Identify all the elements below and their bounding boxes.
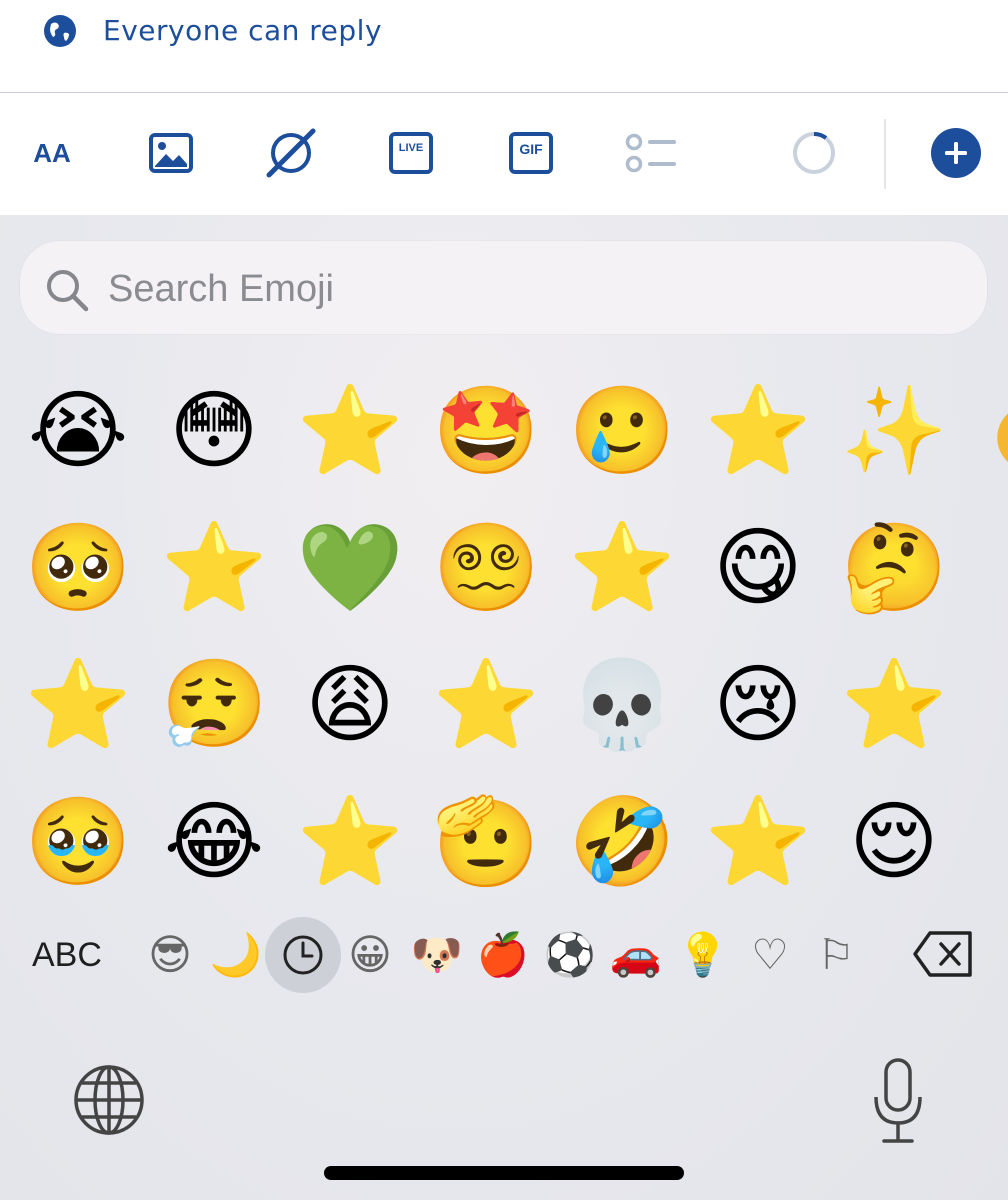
- stickers-category-icon[interactable]: 🌙: [206, 925, 266, 985]
- emoji-key[interactable]: 🫡: [430, 786, 542, 895]
- text-format-button[interactable]: AA: [22, 123, 82, 183]
- star-sticker[interactable]: ⭐: [702, 375, 814, 487]
- emoji-key[interactable]: 🥺: [22, 512, 134, 624]
- grok-icon: [266, 128, 316, 178]
- emoji-search-placeholder: Search Emoji: [108, 268, 334, 310]
- emoji-key[interactable]: ✨: [838, 375, 950, 487]
- reply-settings-bar[interactable]: Everyone can reply: [0, 0, 1008, 93]
- emoji-key[interactable]: 😵‍💫: [430, 512, 542, 624]
- emoji-keyboard: Search Emoji 😭 😳 ⭐ 🤩 🥲 ⭐ ✨ ● 🥺 ⭐ 💚 😵‍💫 ⭐…: [0, 215, 1008, 1200]
- star-sticker[interactable]: ⭐: [566, 512, 678, 624]
- emoji-search-field[interactable]: Search Emoji: [20, 241, 987, 334]
- globe-icon[interactable]: [72, 1063, 146, 1137]
- gif-label: GIF: [519, 141, 543, 157]
- text-format-icon: AA: [33, 138, 71, 169]
- symbols-category-icon[interactable]: ♡: [740, 925, 800, 985]
- emoji-key[interactable]: 🤔: [838, 512, 950, 624]
- emoji-key[interactable]: 😮‍💨: [158, 649, 270, 761]
- emoji-key[interactable]: 😋: [702, 512, 814, 624]
- star-sticker[interactable]: ⭐: [702, 786, 814, 895]
- search-icon: [47, 270, 89, 312]
- gif-button[interactable]: GIF: [501, 123, 561, 183]
- toolbar-divider: [884, 119, 886, 189]
- add-post-icon: [931, 128, 981, 178]
- star-sticker[interactable]: ⭐: [294, 375, 406, 487]
- travel-category-icon[interactable]: 🚗: [606, 925, 666, 985]
- emoji-key[interactable]: 🤩: [430, 375, 542, 487]
- emoji-key[interactable]: 😭: [22, 375, 134, 487]
- flags-category-icon[interactable]: ⚐: [806, 925, 866, 985]
- emoji-key[interactable]: 🥹: [22, 786, 134, 895]
- home-indicator[interactable]: [324, 1166, 684, 1180]
- text-format-label: AA: [33, 137, 71, 168]
- add-post-button[interactable]: [926, 123, 986, 183]
- clock-icon: [283, 935, 323, 975]
- image-button[interactable]: [141, 123, 201, 183]
- food-category-icon[interactable]: 🍎: [473, 925, 533, 985]
- poll-button[interactable]: [621, 123, 681, 183]
- emoji-key[interactable]: 💀: [566, 649, 678, 761]
- objects-category-icon[interactable]: 💡: [673, 925, 733, 985]
- character-count-ring: [784, 123, 844, 183]
- compose-toolbar: AA LIVE GIF: [0, 93, 1008, 215]
- star-sticker[interactable]: ⭐: [838, 649, 950, 761]
- emoji-category-bar: ABC 😎 🌙 😀 🐶 🍎 ⚽ 🚗 💡 ♡ ⚐: [0, 915, 1008, 995]
- poll-icon: [625, 133, 676, 173]
- emoji-key[interactable]: 😂: [158, 786, 270, 895]
- emoji-key[interactable]: 😳: [158, 375, 270, 487]
- reply-setting-label: Everyone can reply: [103, 14, 383, 47]
- smileys-category-icon[interactable]: 😀: [340, 925, 400, 985]
- emoji-key-partial[interactable]: ●: [974, 375, 1008, 487]
- character-count-ring-icon: [793, 132, 835, 174]
- image-icon: [149, 133, 193, 173]
- emoji-key[interactable]: 😌: [838, 786, 950, 895]
- globe-icon: [44, 15, 76, 47]
- animals-category-icon[interactable]: 🐶: [407, 925, 467, 985]
- microphone-icon[interactable]: [870, 1057, 926, 1145]
- emoji-key[interactable]: 🤣: [566, 786, 678, 895]
- emoji-key[interactable]: 🥲: [566, 375, 678, 487]
- emoji-key[interactable]: 💚: [294, 512, 406, 624]
- live-button[interactable]: LIVE: [381, 123, 441, 183]
- emoji-key[interactable]: 😢: [702, 649, 814, 761]
- live-label: LIVE: [398, 142, 424, 154]
- activity-category-icon[interactable]: ⚽: [540, 925, 600, 985]
- delete-icon[interactable]: [912, 929, 974, 979]
- memoji-category-icon[interactable]: 😎: [140, 925, 200, 985]
- recents-category-icon[interactable]: [265, 917, 341, 993]
- star-sticker[interactable]: ⭐: [22, 649, 134, 761]
- abc-keyboard-button[interactable]: ABC: [32, 933, 102, 977]
- star-sticker[interactable]: ⭐: [158, 512, 270, 624]
- recent-emoji-grid: 😭 😳 ⭐ 🤩 🥲 ⭐ ✨ ● 🥺 ⭐ 💚 😵‍💫 ⭐ 😋 🤔 ⭐ 😮‍💨 😩 …: [0, 375, 1008, 895]
- emoji-key[interactable]: 😩: [294, 649, 406, 761]
- star-sticker[interactable]: ⭐: [430, 649, 542, 761]
- grok-button[interactable]: [261, 123, 321, 183]
- star-sticker[interactable]: ⭐: [294, 786, 406, 895]
